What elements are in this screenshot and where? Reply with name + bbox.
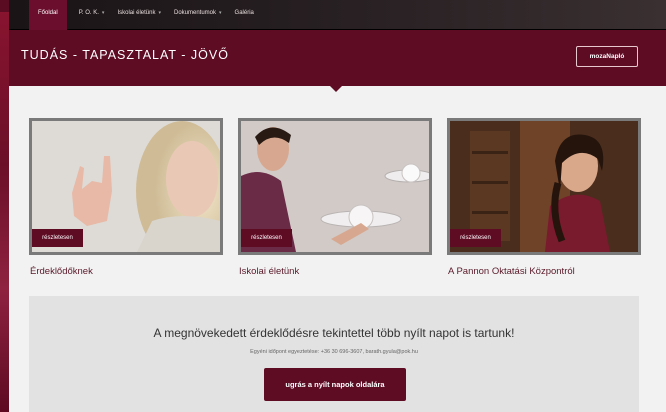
nav-item-label: Iskolai életünk bbox=[117, 10, 156, 16]
chevron-down-icon: ▾ bbox=[101, 10, 105, 16]
header-pointer-arrow bbox=[330, 86, 342, 92]
top-navigation: Főoldal P. O. K. ▾ Iskolai életünk ▾ Dokum… bbox=[9, 0, 666, 30]
nav-item-label: P. O. K. bbox=[78, 10, 99, 16]
nav-item-galeria[interactable]: Galéria bbox=[235, 0, 254, 30]
nav-item-dokumentumok[interactable]: Dokumentumok ▾ bbox=[174, 0, 222, 30]
card-caption[interactable]: A Pannon Oktatási Központról bbox=[448, 266, 575, 277]
open-day-heading: A megnövekedett érdeklődésre tekintettel… bbox=[153, 326, 515, 340]
chevron-down-icon: ▾ bbox=[219, 10, 222, 16]
open-days-button[interactable]: ugrás a nyílt napok oldalára bbox=[264, 368, 406, 401]
nav-item-fooldal[interactable]: Főoldal bbox=[29, 0, 67, 30]
nav-menu: Főoldal P. O. K. ▾ Iskolai életünk ▾ Dokum… bbox=[29, 0, 267, 30]
nav-item-pok[interactable]: P. O. K. ▾ bbox=[79, 0, 105, 30]
card-image: részletesen bbox=[450, 121, 638, 252]
nav-item-label: Galéria bbox=[234, 10, 254, 16]
mozanaplo-button[interactable]: mozaNapló bbox=[576, 46, 638, 67]
nav-item-label: Dokumentumok bbox=[173, 10, 217, 16]
details-button[interactable]: részletesen bbox=[450, 229, 501, 247]
card-pannon-oktatasi-kozpont[interactable]: részletesen bbox=[447, 118, 641, 255]
card-caption[interactable]: Iskolai életünk bbox=[239, 266, 299, 277]
nav-item-iskolai-eletunk[interactable]: Iskolai életünk ▾ bbox=[117, 0, 161, 30]
open-day-panel: A megnövekedett érdeklődésre tekintettel… bbox=[29, 296, 639, 412]
chevron-down-icon: ▾ bbox=[158, 10, 161, 16]
details-button[interactable]: részletesen bbox=[241, 229, 292, 247]
card-image: részletesen bbox=[241, 121, 429, 252]
contact-info-text: Egyéni időpont egyeztetése: +36 30 696-3… bbox=[250, 349, 418, 355]
page-title: TUDÁS - TAPASZTALAT - JÖVŐ bbox=[21, 48, 229, 62]
card-iskolai-eletunk[interactable]: részletesen bbox=[238, 118, 432, 255]
nav-item-label: Főoldal bbox=[38, 10, 58, 16]
card-caption[interactable]: Érdeklődőknek bbox=[30, 266, 93, 277]
card-image: részletesen bbox=[32, 121, 220, 252]
card-erdeklodoknek[interactable]: részletesen bbox=[29, 118, 223, 255]
details-button[interactable]: részletesen bbox=[32, 229, 83, 247]
left-decorative-strip bbox=[0, 0, 9, 412]
